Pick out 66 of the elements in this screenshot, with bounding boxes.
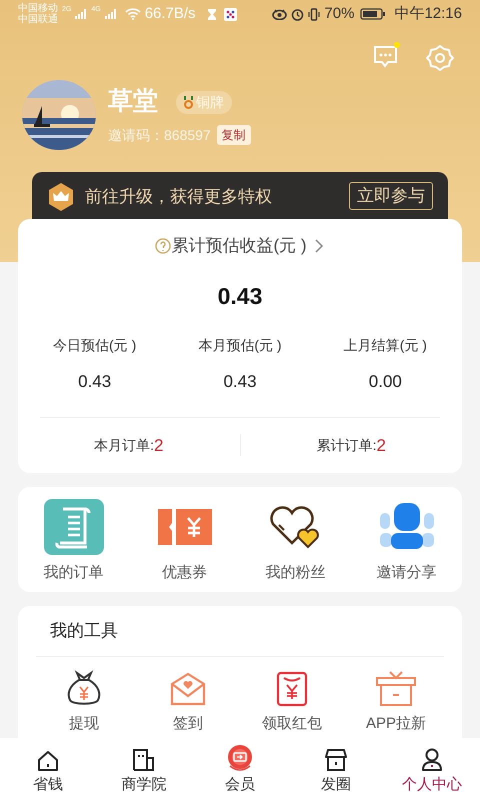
tool-item[interactable]: 领取红包 (240, 668, 344, 736)
coupon-icon (158, 508, 212, 545)
tool-item[interactable]: 提现 (32, 668, 136, 736)
person-icon (380, 502, 434, 551)
messages-button[interactable] (372, 44, 400, 70)
tab[interactable]: 商学院 (96, 744, 192, 796)
tab[interactable]: 个人中心 (384, 744, 480, 796)
order-count: 2 (376, 434, 386, 457)
app-icon (224, 8, 237, 21)
member-badge-icon (226, 744, 254, 772)
invite-code: 邀请码：868597 (108, 126, 211, 145)
tool-item[interactable]: APP拉新 (344, 668, 448, 736)
stat-label: 上月结算(元 ) (344, 336, 427, 356)
tool-item[interactable]: 签到 (136, 668, 240, 736)
shortcut-item[interactable]: 邀请分享 (351, 496, 462, 584)
shop-icon (324, 748, 348, 772)
section-title: 我的工具 (49, 620, 119, 642)
user-icon (421, 748, 443, 772)
signal-icon (104, 9, 117, 20)
chat-icon (372, 44, 400, 70)
shortcut-item[interactable]: 优惠券 (129, 496, 240, 584)
level-badge: 铜牌 (176, 90, 232, 114)
home-icon (37, 750, 59, 772)
stat-value: 0.43 (223, 371, 257, 394)
battery-percent: 70% (324, 4, 354, 24)
chevron-right-icon (312, 238, 325, 253)
alarm-icon (291, 8, 304, 21)
battery-icon (360, 8, 386, 20)
upgrade-banner[interactable]: 前往升级，获得更多特权 立即参与 (32, 172, 448, 220)
medal-icon (184, 96, 193, 109)
network-speed: 66.7B/s (144, 4, 196, 24)
signal-icon (75, 9, 88, 20)
stat-value: 0.43 (78, 371, 112, 394)
tab[interactable]: 发圈 (288, 744, 384, 796)
shortcut-item[interactable]: 我的订单 (18, 496, 129, 584)
clock: 中午12:16 (394, 4, 462, 24)
vibrate-icon (308, 8, 320, 21)
shortcut-item[interactable]: 我的粉丝 (240, 496, 351, 584)
settings-button[interactable] (426, 44, 454, 72)
order-count-label: 本月订单: (94, 436, 154, 455)
user-name: 草堂 (108, 86, 158, 118)
tab[interactable]: 省钱 (0, 744, 96, 796)
order-count: 2 (154, 434, 164, 457)
copy-button[interactable]: 复制 (216, 125, 251, 146)
carrier-name: 中国联通 (18, 14, 58, 26)
carrier-name: 中国移动 (18, 3, 58, 14)
hourglass-icon (208, 8, 216, 20)
help-icon (155, 238, 172, 254)
envelope-icon (276, 670, 308, 707)
tab[interactable]: 会员 (192, 744, 288, 796)
join-button[interactable]: 立即参与 (349, 182, 433, 210)
total-earnings: 0.43 (218, 282, 262, 311)
crown-icon (47, 182, 75, 212)
banner-text: 前往升级，获得更多特权 (85, 186, 272, 208)
stat-label: 今日预估(元 ) (53, 336, 136, 356)
building-icon (132, 748, 156, 772)
earnings-title[interactable]: 累计预估收益(元 ) (155, 233, 325, 259)
envelope-heart-icon (170, 672, 206, 706)
gift-box-icon (376, 670, 416, 707)
eye-icon (272, 8, 288, 20)
scroll-icon (44, 498, 104, 555)
stat-value: 0.00 (368, 371, 402, 394)
stat-label: 本月预估(元 ) (198, 336, 282, 356)
order-count-label: 累计订单: (316, 436, 376, 455)
settings-icon (426, 44, 454, 72)
wifi-icon (124, 8, 141, 20)
